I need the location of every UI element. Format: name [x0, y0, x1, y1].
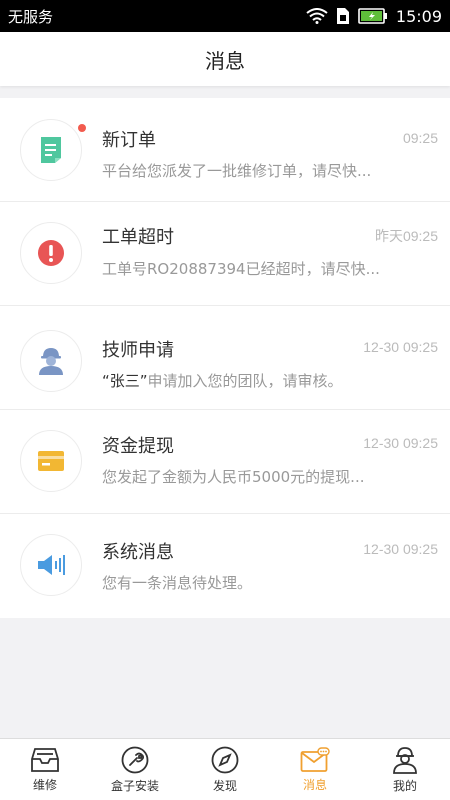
applicant-name: “张三” — [102, 372, 148, 390]
message-title: 工单超时 — [102, 227, 174, 248]
tab-repair[interactable]: 维修 — [0, 739, 90, 800]
message-title: 技师申请 — [102, 340, 174, 361]
worker-icon — [39, 348, 63, 375]
speaker-icon — [38, 555, 65, 575]
unread-badge — [78, 124, 86, 132]
tab-label: 维修 — [32, 777, 57, 792]
message-time: 09:25 — [402, 130, 438, 146]
status-bar: 无服务 15:09 — [0, 0, 450, 32]
document-icon — [41, 137, 61, 163]
wifi-icon — [306, 8, 328, 24]
tab-label: 消息 — [302, 777, 327, 792]
bottom-tab-bar: 维修 盒子安装 发现 消息 我的 — [0, 738, 450, 800]
message-avatar — [20, 119, 82, 181]
inbox-icon — [31, 747, 59, 772]
message-preview: “张三”申请加入您的团队，请审核。 — [102, 370, 343, 391]
message-title: 新订单 — [102, 130, 156, 151]
sim-icon — [336, 8, 349, 24]
message-title: 资金提现 — [102, 436, 174, 457]
tab-label: 发现 — [212, 778, 237, 793]
message-avatar — [20, 430, 82, 492]
message-preview: 工单号RO20887394已经超时，请尽快... — [102, 260, 380, 278]
message-avatar — [20, 534, 82, 596]
user-icon — [393, 746, 417, 774]
status-icons: 15:09 — [306, 7, 442, 26]
message-item-withdrawal[interactable]: 资金提现 12-30 09:25 您发起了金额为人民币5000元的提现... — [0, 410, 450, 514]
battery-icon — [358, 8, 387, 24]
message-time: 12-30 09:25 — [363, 435, 438, 451]
message-title: 系统消息 — [102, 542, 174, 563]
tab-mine[interactable]: 我的 — [360, 739, 450, 800]
top-nav-bar: 消息 — [0, 32, 450, 86]
tab-messages[interactable]: 消息 — [270, 739, 360, 800]
message-icon — [300, 746, 330, 772]
message-list: 新订单 09:25 平台给您派发了一批维修订单，请尽快... 工单超时 昨天09… — [0, 98, 450, 618]
tab-box-install[interactable]: 盒子安装 — [90, 739, 180, 800]
carrier-label: 无服务 — [8, 7, 54, 26]
message-time: 12-30 09:25 — [363, 339, 438, 355]
message-preview: 您有一条消息待处理。 — [102, 574, 253, 592]
compass-icon — [211, 746, 239, 773]
message-item-ticket-timeout[interactable]: 工单超时 昨天09:25 工单号RO20887394已经超时，请尽快... — [0, 202, 450, 306]
tab-label: 盒子安装 — [110, 778, 159, 793]
card-icon — [38, 451, 64, 471]
tab-discover[interactable]: 发现 — [180, 739, 270, 800]
message-time: 12-30 09:25 — [363, 541, 438, 557]
message-time: 昨天09:25 — [374, 228, 438, 244]
message-preview: 您发起了金额为人民币5000元的提现... — [102, 468, 365, 486]
message-preview-text: 申请加入您的团队，请审核。 — [147, 372, 343, 390]
message-avatar — [20, 330, 82, 392]
wrench-icon — [121, 746, 149, 773]
message-item-technician-application[interactable]: 技师申请 12-30 09:25 “张三”申请加入您的团队，请审核。 — [0, 306, 450, 410]
page-title: 消息 — [205, 48, 245, 73]
message-item-system[interactable]: 系统消息 12-30 09:25 您有一条消息待处理。 — [0, 514, 450, 618]
message-avatar — [20, 222, 82, 284]
clock: 15:09 — [395, 6, 442, 26]
message-preview: 平台给您派发了一批维修订单，请尽快... — [102, 162, 372, 180]
message-item-new-order[interactable]: 新订单 09:25 平台给您派发了一批维修订单，请尽快... — [0, 98, 450, 202]
tab-label: 我的 — [392, 778, 417, 793]
alert-icon — [38, 240, 64, 266]
